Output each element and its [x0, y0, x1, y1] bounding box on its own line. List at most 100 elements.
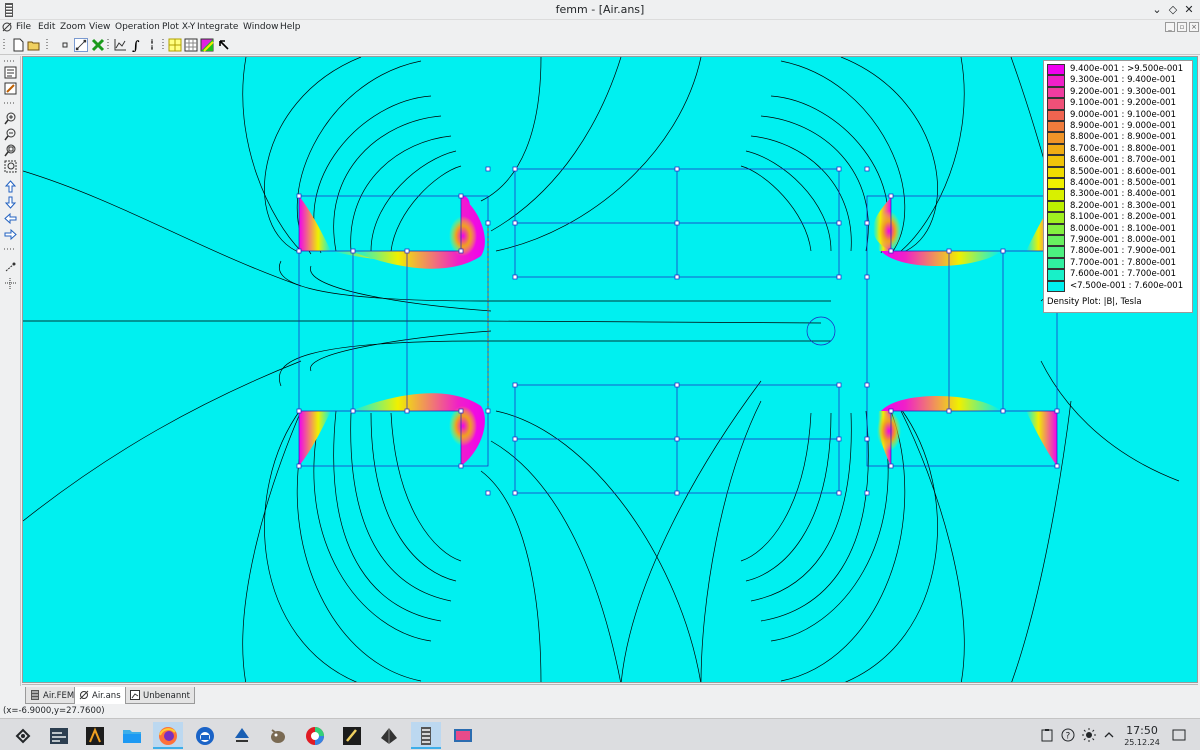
file-manager-icon[interactable] [117, 722, 147, 749]
left-toolbar-grip[interactable] [4, 248, 16, 250]
tab-air-fem[interactable]: Air.FEM [25, 687, 80, 704]
legend-entry: 8.300e-001 : 8.400e-001 [1047, 189, 1192, 201]
zoom-in-icon[interactable] [4, 112, 17, 125]
legend-label: 7.800e-001 : 7.900e-001 [1070, 246, 1176, 257]
menu-help[interactable]: Help [280, 22, 301, 32]
clock-date[interactable]: 25.12.24 [1116, 738, 1168, 747]
menu-view[interactable]: View [89, 22, 110, 32]
legend-entry: <7.500e-001 : 7.600e-001 [1047, 280, 1192, 292]
legend-entry: 8.000e-001 : 8.100e-001 [1047, 223, 1192, 235]
zoom-window-icon[interactable] [4, 160, 17, 173]
legend-entry: 7.600e-001 : 7.700e-001 [1047, 269, 1192, 281]
toolbar-separator [46, 39, 48, 51]
legend-entry: 8.500e-001 : 8.600e-001 [1047, 166, 1192, 178]
menu-edit[interactable]: Edit [38, 22, 55, 32]
show-mesh-icon[interactable] [145, 38, 159, 52]
legend-swatch [1047, 223, 1065, 235]
menu-plot-xy[interactable]: Plot X-Y [162, 22, 195, 32]
document-window-icon[interactable] [1, 21, 13, 33]
toolbar: ∫ [0, 36, 1200, 55]
integrate-icon[interactable]: ∫ [129, 38, 143, 52]
left-toolbar-grip[interactable] [4, 60, 16, 62]
draw-icon[interactable] [374, 722, 404, 749]
menu-file[interactable]: File [16, 22, 31, 32]
edit-props-icon[interactable] [4, 82, 17, 95]
arrow-left-icon[interactable] [4, 212, 17, 225]
legend-label: 7.700e-001 : 7.800e-001 [1070, 257, 1176, 268]
legend-entry: 8.400e-001 : 8.500e-001 [1047, 178, 1192, 190]
xy-plot-doc-icon [130, 690, 140, 700]
postprocessor-canvas[interactable] [22, 56, 1198, 683]
legend-entry: 7.800e-001 : 7.900e-001 [1047, 246, 1192, 258]
toolbar-separator [107, 39, 109, 51]
tab-air-ans[interactable]: Air.ans [74, 687, 126, 705]
mesh-icon[interactable] [4, 277, 17, 290]
area-mode-icon[interactable] [91, 38, 105, 52]
menu-zoom[interactable]: Zoom [60, 22, 86, 32]
legend-label: 9.200e-001 : 9.300e-001 [1070, 86, 1176, 97]
gimp-icon[interactable] [263, 722, 293, 749]
properties-icon[interactable] [4, 66, 17, 79]
tray-arrow-icon[interactable] [1102, 728, 1116, 742]
legend-entry: 7.700e-001 : 7.800e-001 [1047, 257, 1192, 270]
mdi-minimize-icon[interactable]: _ [1165, 22, 1175, 32]
density-plot-icon[interactable] [200, 38, 214, 52]
density-legend: 9.400e-001 : >9.500e-001 9.300e-001 : 9.4… [1043, 60, 1193, 313]
zoom-natural-icon[interactable] [4, 144, 17, 157]
kate-editor-icon[interactable] [80, 722, 110, 749]
clipboard-icon[interactable] [1040, 728, 1054, 742]
taskbar: ? 17:50 25.12.24 [0, 718, 1200, 750]
menu-operation[interactable]: Operation [115, 22, 160, 32]
mdi-close-icon[interactable]: × [1189, 22, 1199, 32]
arrow-right-icon[interactable] [4, 228, 17, 241]
point-mode-icon[interactable] [58, 38, 72, 52]
close-icon[interactable]: ✕ [1182, 3, 1196, 17]
title-bar: femm - [Air.ans] ⌄ ◇ ✕ [0, 0, 1200, 20]
legend-entry: 8.100e-001 : 8.200e-001 [1047, 212, 1192, 224]
snap-grid-icon[interactable] [184, 38, 198, 52]
contour-mode-icon[interactable] [74, 38, 88, 52]
arrow-up-icon[interactable] [4, 180, 17, 193]
menu-integrate[interactable]: Integrate [197, 22, 238, 32]
tab-unbenannt[interactable]: Unbenannt [125, 687, 195, 704]
mdi-restore-icon[interactable]: ▫ [1177, 22, 1187, 32]
legend-caption: Density Plot: |B|, Tesla [1047, 297, 1142, 307]
toolbar-grip[interactable] [3, 39, 5, 51]
legend-swatch [1047, 121, 1065, 133]
plot-xy-icon[interactable] [113, 38, 127, 52]
snap-icon[interactable] [4, 261, 17, 274]
legend-entry: 9.400e-001 : >9.500e-001 [1047, 64, 1192, 76]
legend-swatch [1047, 257, 1065, 270]
show-desktop-icon[interactable] [1172, 728, 1186, 742]
thunderbird-icon[interactable] [190, 722, 220, 749]
inkscape-icon[interactable] [227, 722, 257, 749]
krita-icon[interactable] [337, 722, 367, 749]
minimize-icon[interactable]: ⌄ [1150, 3, 1164, 17]
system-monitor-icon[interactable] [44, 722, 74, 749]
clock-time[interactable]: 17:50 [1120, 724, 1164, 737]
kde-launcher-icon[interactable] [8, 722, 38, 749]
help-icon[interactable]: ? [1061, 728, 1075, 742]
left-toolbar-grip[interactable] [4, 102, 16, 104]
zoom-out-icon[interactable] [4, 128, 17, 141]
legend-entry: 8.800e-001 : 8.900e-001 [1047, 132, 1192, 144]
femm-doc-icon [31, 690, 39, 700]
open-folder-icon[interactable] [27, 38, 41, 52]
femm-icon[interactable] [411, 722, 441, 749]
legend-label: 7.900e-001 : 8.000e-001 [1070, 235, 1176, 245]
arrow-down-icon[interactable] [4, 196, 17, 209]
density-plot[interactable] [23, 57, 1198, 683]
pointer-icon[interactable] [217, 38, 231, 52]
menu-window[interactable]: Window [243, 22, 279, 32]
left-toolbar [0, 56, 21, 686]
firefox-icon[interactable] [153, 722, 183, 749]
status-bar: (x=-6.9000,y=27.7600) [0, 704, 1200, 718]
color-picker-icon[interactable] [300, 722, 330, 749]
legend-swatch [1047, 75, 1065, 87]
maximize-icon[interactable]: ◇ [1166, 3, 1180, 17]
brightness-icon[interactable] [1082, 728, 1096, 742]
show-grid-icon[interactable] [168, 38, 182, 52]
tab-label: Unbenannt [143, 691, 190, 701]
screen-capture-icon[interactable] [448, 722, 478, 749]
new-file-icon[interactable] [11, 38, 25, 52]
